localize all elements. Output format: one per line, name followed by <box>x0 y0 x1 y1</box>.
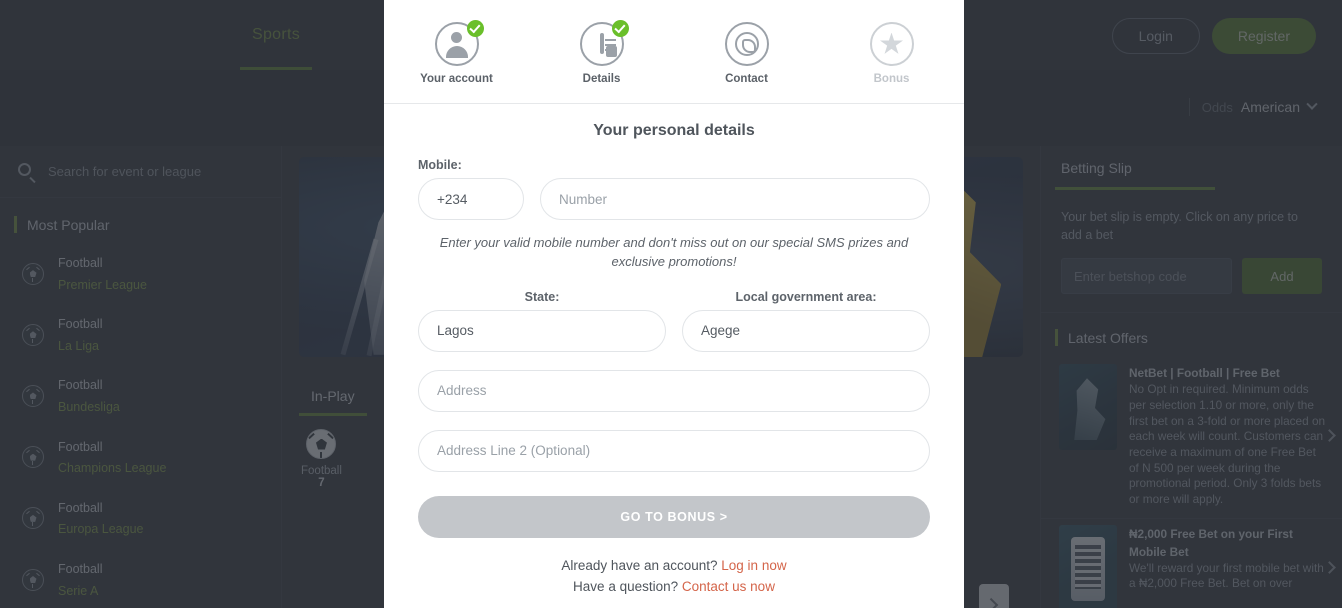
contact-prompt-row: Have a question? Contact us now <box>418 577 930 598</box>
country-code-field[interactable]: +234 <box>418 178 524 220</box>
go-to-bonus-button[interactable]: GO TO BONUS > <box>418 495 930 538</box>
log-in-now-link[interactable]: Log in now <box>721 558 786 573</box>
document-glyph <box>599 33 617 57</box>
login-prompt-text: Already have an account? <box>561 557 718 573</box>
star-icon <box>869 22 914 66</box>
contact-prompt-text: Have a question? <box>573 578 679 594</box>
step-label: Details <box>582 73 621 85</box>
screen-root: Sports Login Register Odds American Sear… <box>0 0 1342 608</box>
address-field[interactable]: Address <box>418 369 930 412</box>
registration-steps: Your account Details Contact Bonus <box>384 0 964 104</box>
registration-modal: Your account Details Contact Bonus Your … <box>384 0 964 608</box>
location-row: State: Lagos Local government area: Ageg… <box>418 290 930 352</box>
mobile-label: Mobile: <box>418 158 462 172</box>
check-icon <box>466 20 484 37</box>
star-glyph <box>879 32 904 54</box>
step-details[interactable]: Details <box>529 20 674 85</box>
step-bonus[interactable]: Bonus <box>819 22 964 85</box>
state-label: State: <box>524 289 560 304</box>
mobile-row: +234 Number <box>418 178 930 220</box>
step-contact[interactable]: Contact <box>674 22 819 85</box>
phone-number-field[interactable]: Number <box>540 178 930 220</box>
step-label: Contact <box>725 73 768 85</box>
step-label: Bonus <box>873 73 910 85</box>
person-icon <box>434 20 484 66</box>
step-label: Your account <box>420 73 493 85</box>
check-icon <box>611 20 629 37</box>
phone-icon <box>724 22 769 66</box>
document-icon <box>579 20 629 66</box>
personal-details-form: Mobile: +234 Number Enter your valid mob… <box>384 158 964 598</box>
state-field[interactable]: Lagos <box>418 309 666 352</box>
page-title: Your personal details <box>593 122 755 139</box>
phone-glyph <box>734 32 759 56</box>
step-your-account[interactable]: Your account <box>384 20 529 85</box>
contact-us-now-link[interactable]: Contact us now <box>682 579 775 594</box>
modal-footer: Already have an account? Log in now Have… <box>418 556 930 598</box>
login-prompt-row: Already have an account? Log in now <box>418 556 930 577</box>
lga-label: Local government area: <box>735 289 877 304</box>
lga-field[interactable]: Agege <box>682 309 930 352</box>
address-line-2-field[interactable]: Address Line 2 (Optional) <box>418 429 930 472</box>
mobile-hint: Enter your valid mobile number and don't… <box>439 235 909 269</box>
